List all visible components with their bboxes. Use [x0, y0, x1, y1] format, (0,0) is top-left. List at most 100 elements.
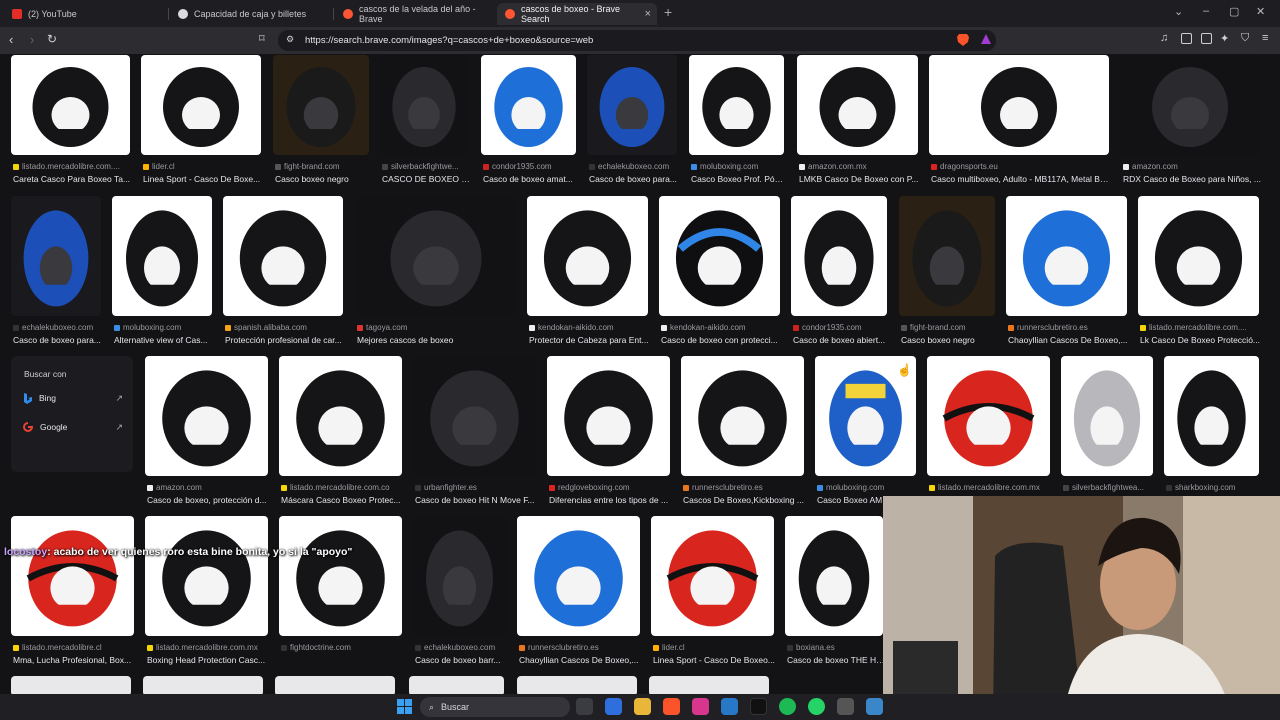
result-source[interactable]: runnersclubretiro.es — [683, 483, 806, 492]
result-title[interactable]: LMKB Casco De Boxeo con P... — [799, 174, 920, 184]
task-view-icon[interactable] — [576, 698, 593, 715]
result-title[interactable]: Careta Casco Para Boxeo Ta... — [13, 174, 132, 184]
result-source[interactable]: spanish.alibaba.com — [225, 323, 345, 332]
image-result[interactable]: listado.mercadolibre.com.... Careta Casco… — [11, 55, 130, 185]
vpn-shield-icon[interactable]: ⛉ — [1241, 32, 1249, 45]
tab-cascos-boxeo[interactable]: cascos de boxeo - Brave Search × — [497, 3, 657, 25]
result-source[interactable]: moluboxing.com — [691, 162, 786, 171]
result-thumbnail[interactable] — [11, 676, 131, 694]
result-source[interactable]: echalekuboxeo.com — [589, 162, 679, 171]
result-thumbnail[interactable] — [1164, 356, 1259, 476]
photos-icon[interactable] — [721, 698, 738, 715]
image-result[interactable]: echalekuboxeo.com Casco de boxeo para... — [11, 196, 101, 346]
app-icon[interactable] — [837, 698, 854, 715]
image-result[interactable]: listado.mercadolibre.cl Mma, Lucha Profes… — [11, 516, 134, 666]
result-source[interactable]: amazon.com — [1123, 162, 1261, 171]
image-result[interactable]: fight-brand.com Casco boxeo negro — [899, 196, 995, 346]
result-title[interactable]: Protección profesional de car... — [225, 335, 345, 345]
brave-icon[interactable] — [663, 698, 680, 715]
reload-icon[interactable]: ↻ — [47, 32, 57, 46]
leo-ai-icon[interactable]: ✦ — [1220, 32, 1229, 45]
tab-youtube[interactable]: (2) YouTube — [4, 3, 164, 25]
result-title[interactable]: Casco de boxeo para... — [13, 335, 103, 345]
new-tab-button[interactable]: + — [664, 4, 672, 20]
forward-icon[interactable]: › — [30, 32, 34, 47]
image-result[interactable]: echalekuboxeo.com Casco de boxeo para... — [587, 55, 677, 185]
tiktok-icon[interactable] — [750, 698, 767, 715]
image-result[interactable]: amazon.com.mx LMKB Casco De Boxeo con P..… — [797, 55, 918, 185]
result-title[interactable]: Alternative view of Cas... — [114, 335, 214, 345]
result-thumbnail[interactable] — [355, 196, 517, 316]
spotify-icon[interactable] — [779, 698, 796, 715]
result-source[interactable]: lider.cl — [143, 162, 263, 171]
result-source[interactable]: tagoya.com — [357, 323, 519, 332]
media-icon[interactable]: ♫ — [1160, 32, 1168, 44]
result-title[interactable]: Boxing Head Protection Casc... — [147, 655, 270, 665]
result-title[interactable]: Casco de boxeo, protección d... — [147, 495, 270, 505]
result-title[interactable]: Casco de boxeo barr... — [415, 655, 508, 665]
result-source[interactable]: listado.mercadolibre.com.... — [1140, 323, 1261, 332]
result-thumbnail[interactable] — [143, 676, 263, 694]
result-thumbnail[interactable] — [145, 356, 268, 476]
file-explorer-icon[interactable] — [634, 698, 651, 715]
result-thumbnail[interactable] — [380, 55, 468, 155]
image-result[interactable]: spanish.alibaba.com Protección profesiona… — [223, 196, 343, 346]
result-source[interactable]: listado.mercadolibre.com.co — [281, 483, 404, 492]
result-thumbnail[interactable] — [527, 196, 648, 316]
image-result[interactable]: listado.mercadolibre.com.co Máscara Casco… — [279, 356, 402, 506]
result-thumbnail[interactable] — [141, 55, 261, 155]
result-source[interactable]: urbanfighter.es — [415, 483, 538, 492]
search-with-google[interactable]: Google ↗ — [23, 417, 123, 437]
image-result[interactable]: silverbackfightwe... CASCO DE BOXEO - ... — [380, 55, 470, 185]
result-title[interactable]: Casco boxeo negro — [901, 335, 997, 345]
image-result[interactable]: sharkboxing.com — [1164, 356, 1259, 506]
result-thumbnail[interactable] — [649, 676, 769, 694]
result-thumbnail[interactable] — [11, 516, 134, 636]
tab-capacidad[interactable]: Capacidad de caja y billetes — [170, 3, 330, 25]
result-title[interactable]: Casco de boxeo con protecci... — [661, 335, 782, 345]
result-title[interactable]: Diferencias entre los tipos de ... — [549, 495, 672, 505]
image-result[interactable]: tagoya.com Mejores cascos de boxeo — [355, 196, 517, 346]
result-title[interactable]: Protector de Cabeza para Ent... — [529, 335, 650, 345]
result-title[interactable]: Cascos De Boxeo,Kickboxing ... — [683, 495, 806, 505]
image-result[interactable]: condor1935.com Casco de boxeo abiert... — [791, 196, 887, 346]
result-source[interactable]: fightdoctrine.com — [281, 643, 404, 652]
result-source[interactable]: moluboxing.com — [114, 323, 214, 332]
image-result[interactable]: boxiana.es Casco de boxeo THE HE... — [785, 516, 885, 666]
result-title[interactable]: Linea Sport - Casco De Boxe... — [143, 174, 263, 184]
result-title[interactable]: Casco Boxeo Prof. Póm... — [691, 174, 786, 184]
result-thumbnail[interactable] — [651, 516, 774, 636]
result-thumbnail[interactable] — [279, 516, 402, 636]
result-thumbnail[interactable] — [145, 516, 268, 636]
tab-cascos-velada[interactable]: cascos de la velada del año - Brave — [335, 3, 495, 25]
site-info-icon[interactable]: ⚙ — [286, 34, 294, 45]
result-title[interactable]: Máscara Casco Boxeo Protec... — [281, 495, 404, 505]
result-thumbnail[interactable] — [413, 516, 506, 636]
image-result[interactable]: amazon.com Casco de boxeo, protección d..… — [145, 356, 268, 506]
whatsapp-icon[interactable] — [808, 698, 825, 715]
result-thumbnail[interactable] — [273, 55, 369, 155]
result-source[interactable]: condor1935.com — [483, 162, 578, 171]
result-title[interactable]: Casco de boxeo abiert... — [793, 335, 889, 345]
image-result[interactable]: moluboxing.com Casco Boxeo Prof. Póm... — [689, 55, 786, 185]
result-source[interactable]: dragonsports.eu — [931, 162, 1111, 171]
result-thumbnail[interactable] — [797, 55, 918, 155]
result-source[interactable]: listado.mercadolibre.com.mx — [929, 483, 1052, 492]
url-text[interactable]: https://search.brave.com/images?q=cascos… — [305, 35, 593, 46]
result-source[interactable]: runnersclubretiro.es — [519, 643, 642, 652]
result-source[interactable]: kendokan-aikido.com — [661, 323, 782, 332]
result-title[interactable]: Mma, Lucha Profesional, Box... — [13, 655, 136, 665]
result-source[interactable]: moluboxing.com — [817, 483, 918, 492]
brave-rewards-icon[interactable] — [980, 33, 992, 46]
result-source[interactable]: kendokan-aikido.com — [529, 323, 650, 332]
result-title[interactable]: Linea Sport - Casco De Boxeo... — [653, 655, 776, 665]
result-source[interactable]: listado.mercadolibre.cl — [13, 643, 136, 652]
result-source[interactable]: amazon.com.mx — [799, 162, 920, 171]
image-result[interactable]: dragonsports.eu Casco multiboxeo, Adulto … — [929, 55, 1111, 185]
result-title[interactable]: RDX Casco de Boxeo para Niños, ... — [1123, 174, 1261, 184]
result-thumbnail[interactable] — [899, 196, 995, 316]
image-result[interactable]: amazon.com RDX Casco de Boxeo para Niños,… — [1121, 55, 1261, 185]
result-thumbnail[interactable] — [791, 196, 887, 316]
result-source[interactable]: fight-brand.com — [275, 162, 371, 171]
image-result[interactable]: fight-brand.com Casco boxeo negro — [273, 55, 369, 185]
